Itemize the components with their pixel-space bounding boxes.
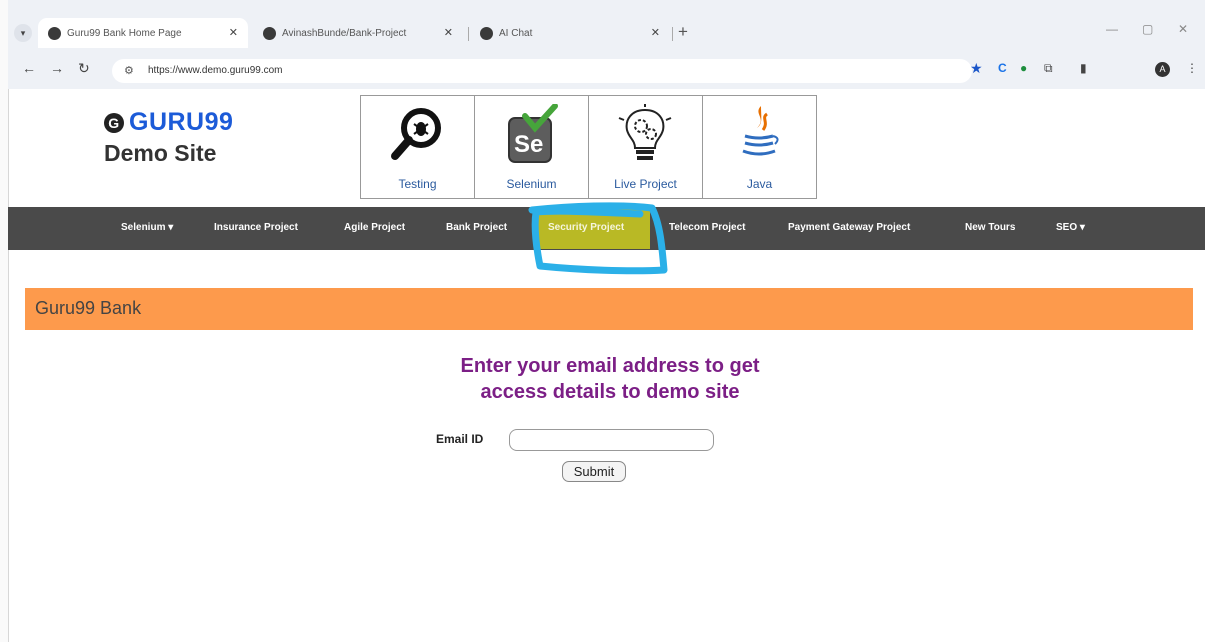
email-input[interactable]: [509, 429, 714, 451]
window-edge: [0, 0, 9, 642]
address-bar[interactable]: ⚙ https://www.demo.guru99.com: [112, 59, 972, 83]
banner-label: Selenium: [506, 177, 557, 191]
extension-green-icon[interactable]: ●: [1020, 61, 1027, 75]
heading-line-1: Enter your email address to get: [460, 355, 760, 377]
favicon-icon: [48, 26, 61, 40]
reload-icon[interactable]: ↻: [78, 60, 90, 77]
nav-telecom-project[interactable]: Telecom Project: [669, 222, 746, 233]
tab-title: AI Chat: [499, 27, 533, 39]
close-icon[interactable]: ✕: [651, 26, 660, 39]
nav-payment-gateway-project[interactable]: Payment Gateway Project: [788, 222, 910, 233]
more-menu-icon[interactable]: ⋮: [1186, 61, 1198, 75]
profile-avatar-icon[interactable]: A: [1155, 62, 1170, 77]
github-icon: [263, 26, 276, 40]
browser-toolbar: ← → ↻ ⚙ https://www.demo.guru99.com ★ C …: [8, 52, 1205, 89]
guru99-logo-icon: G: [104, 113, 124, 133]
tab-search-icon[interactable]: ▾: [14, 24, 32, 42]
heading-line-2: access details to demo site: [480, 381, 740, 403]
bookmark-star-icon[interactable]: ★: [970, 60, 983, 77]
back-icon[interactable]: ←: [22, 60, 36, 76]
form-heading: Enter your email address to get access d…: [410, 353, 810, 405]
java-icon: [731, 104, 787, 166]
extensions-puzzle-icon[interactable]: ⧉: [1044, 61, 1053, 76]
logo-brand: GURU99: [129, 108, 234, 136]
tab-separator: [672, 27, 673, 41]
site-info-icon[interactable]: ⚙: [124, 64, 134, 77]
close-icon[interactable]: ✕: [444, 26, 453, 39]
tab-separator: [468, 27, 469, 41]
banner-testing[interactable]: Testing: [361, 96, 475, 198]
maximize-icon[interactable]: ▢: [1142, 22, 1153, 36]
browser-chrome: ▾ Guru99 Bank Home Page ✕ AvinashBunde/B…: [8, 0, 1205, 89]
url-text: https://www.demo.guru99.com: [148, 65, 283, 76]
close-icon[interactable]: ✕: [229, 26, 238, 39]
tab-bar: ▾ Guru99 Bank Home Page ✕ AvinashBunde/B…: [8, 0, 1205, 52]
banner-live-project[interactable]: Live Project: [589, 96, 703, 198]
submit-button[interactable]: Submit: [562, 461, 626, 482]
banner-label: Testing: [398, 177, 437, 191]
sidepanel-icon[interactable]: ▮: [1080, 61, 1087, 75]
guru99-logo[interactable]: G GURU99 Demo Site: [104, 108, 233, 167]
email-label: Email ID: [436, 432, 484, 446]
close-window-icon[interactable]: ✕: [1178, 22, 1188, 36]
banner-selenium[interactable]: Se Selenium: [475, 96, 589, 198]
svg-text:Se: Se: [514, 131, 543, 158]
tab-ai-chat[interactable]: AI Chat ✕: [470, 18, 670, 48]
selenium-icon: Se: [503, 103, 559, 166]
lightbulb-gears-icon: [617, 104, 673, 166]
tab-title: AvinashBunde/Bank-Project: [282, 27, 407, 39]
bank-title: Guru99 Bank: [35, 298, 142, 318]
annotation-scribble: [528, 202, 668, 275]
banner-label: Java: [746, 177, 773, 191]
new-tab-icon[interactable]: +: [678, 22, 688, 42]
banner-label: Live Project: [614, 177, 677, 191]
extension-c-icon[interactable]: C: [998, 61, 1007, 75]
logo-subtitle: Demo Site: [104, 140, 217, 166]
banner-java[interactable]: Java: [703, 96, 816, 198]
minimize-icon[interactable]: —: [1106, 22, 1118, 36]
tab-github[interactable]: AvinashBunde/Bank-Project ✕: [253, 18, 463, 48]
bank-header-bar: Guru99 Bank: [25, 288, 1193, 330]
forward-icon[interactable]: →: [50, 60, 64, 76]
tab-guru99-bank[interactable]: Guru99 Bank Home Page ✕: [38, 18, 248, 48]
tab-title: Guru99 Bank Home Page: [67, 27, 182, 39]
category-banner: Testing Se Selenium Live Project Java: [360, 95, 817, 199]
nav-new-tours[interactable]: New Tours: [965, 222, 1015, 233]
magnifier-bug-icon: [389, 104, 445, 166]
ai-chat-icon: [480, 26, 493, 40]
nav-seo[interactable]: SEO ▾: [1056, 222, 1085, 233]
